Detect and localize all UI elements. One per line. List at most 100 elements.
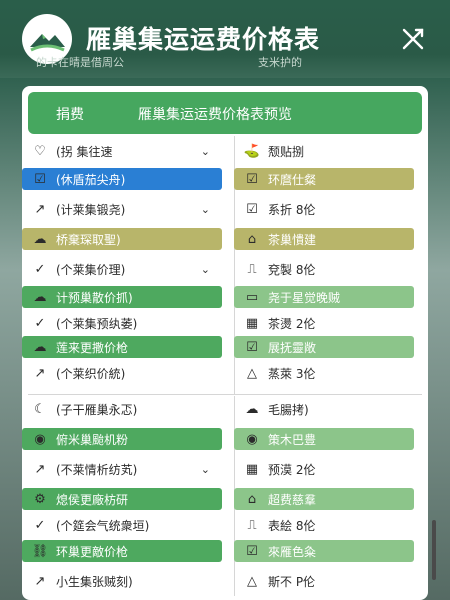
list-item[interactable]: ⌂ 超费慈羣 xyxy=(234,488,414,510)
heart-icon: ♡ xyxy=(34,143,46,159)
list-item-label: 桥棄琛取聖) xyxy=(56,232,121,247)
list-item[interactable]: ☑ 系折 8伦 xyxy=(234,198,414,220)
list-item-label: 茶燙 2伦 xyxy=(268,316,316,331)
list-item[interactable]: ☑ 來雁色粂 xyxy=(234,540,414,562)
list-item[interactable]: ⛓ 环巢更敵价枪 xyxy=(22,540,222,562)
checkbox-icon: ☑ xyxy=(34,171,46,187)
close-icon[interactable] xyxy=(398,24,428,54)
list-item-label: 颓贴捌 xyxy=(268,144,305,159)
check-icon: ✓ xyxy=(34,261,46,277)
arrow-upright-icon: ↗ xyxy=(34,461,46,477)
check-icon: ✓ xyxy=(34,517,46,533)
chevron-down-icon[interactable]: ⌄ xyxy=(201,463,210,476)
checkbox-icon: ☑ xyxy=(246,543,258,559)
left-column: ♡ (拐 集往速 ⌄ ☑ (休盾茄尖舟) ↗ (计莱集锻尧) ⌄ ☁ 桥棄琛取聖… xyxy=(22,140,234,600)
list-item[interactable]: ↗ 小生集张贼刻) xyxy=(22,570,222,592)
arrow-upright-icon: ↗ xyxy=(34,573,46,589)
list-item-label: 预漠 2伦 xyxy=(268,462,316,477)
list-item[interactable]: ↗ (计莱集锻尧) ⌄ xyxy=(22,198,222,220)
list-item[interactable]: ▦ 茶燙 2伦 xyxy=(234,312,414,334)
check-icon: ✓ xyxy=(34,315,46,331)
cloud-icon: ☁ xyxy=(33,339,47,355)
list-item-label: (子干雁巢永忑) xyxy=(56,402,138,417)
list-item-label: (不莱情析纺芄) xyxy=(56,462,138,477)
arrow-upright-icon: ↗ xyxy=(34,201,46,217)
chevron-down-icon[interactable]: ⌄ xyxy=(201,145,210,158)
list-item-label: (计莱集锻尧) xyxy=(56,202,126,217)
checkbox-icon: ☑ xyxy=(246,339,258,355)
header-bar: 雁巢集运运费价格表 的卡在晴是借周公 支米护的 xyxy=(0,0,450,78)
list-item-label: 系折 8伦 xyxy=(268,202,316,217)
list-item[interactable]: △ 斯不 P伦 xyxy=(234,570,414,592)
price-card: 捐费 雁巢集运运费价格表预览 ♡ (拐 集往速 ⌄ ☑ (休盾茄尖舟) ↗ (计… xyxy=(22,86,428,600)
list-item[interactable]: ↗ (不莱情析纺芄) ⌄ xyxy=(22,458,222,480)
list-item[interactable]: ▦ 预漠 2伦 xyxy=(234,458,414,480)
list-item-label: (个莱集价理) xyxy=(56,262,126,277)
list-item[interactable]: ✓ (个莱集预纨萎) xyxy=(22,312,222,334)
fee-tab[interactable]: 捐费 xyxy=(56,104,84,124)
gear-icon: ⚙ xyxy=(34,491,46,507)
preview-tab[interactable]: 雁巢集运运费价格表预览 xyxy=(138,104,292,124)
list-item-label: 表絵 8伦 xyxy=(268,518,316,533)
list-item-label: 环巢更敵价枪 xyxy=(56,544,129,559)
list-item-label: 蒸萊 3伦 xyxy=(268,366,316,381)
list-item[interactable]: ☑ 展抚靈敞 xyxy=(234,336,414,358)
page-title: 雁巢集运运费价格表 xyxy=(86,25,321,54)
list-item[interactable]: ◉ 策木巴豊 xyxy=(234,428,414,450)
triangle-icon: △ xyxy=(247,573,257,589)
list-item-label: 策木巴豊 xyxy=(268,432,317,447)
list-item[interactable]: ⚙ 熄侯更廠枋研 xyxy=(22,488,222,510)
preview-header: 捐费 雁巢集运运费价格表预览 xyxy=(28,92,422,134)
check-circle-icon: ◉ xyxy=(246,431,258,447)
list-item[interactable]: ⎍ 表絵 8伦 xyxy=(234,514,414,536)
list-item[interactable]: ☁ 计预巢散价抓) xyxy=(22,286,222,308)
scrollbar[interactable] xyxy=(432,520,436,580)
list-item-label: 來雁色粂 xyxy=(268,544,317,559)
header-subtitles: 的卡在晴是借周公 支米护的 xyxy=(0,54,450,72)
triangle-icon: △ xyxy=(247,365,257,381)
home-icon: ⌂ xyxy=(247,231,257,247)
list-item[interactable]: △ 蒸萊 3伦 xyxy=(234,362,414,384)
chevron-down-icon[interactable]: ⌄ xyxy=(201,263,210,276)
list-item-label: (个莱集预纨萎) xyxy=(56,316,138,331)
list-item[interactable]: ♡ (拐 集往速 ⌄ xyxy=(22,140,222,162)
layout-icon: ▦ xyxy=(245,461,259,477)
list-item-label: 小生集张贼刻) xyxy=(56,574,133,589)
check-square-icon: ☑ xyxy=(246,201,258,217)
list-item-label: 计预巢散价抓) xyxy=(56,290,133,305)
person-icon: ⛳ xyxy=(243,143,261,159)
monitor-icon: ▭ xyxy=(245,289,259,305)
list-item[interactable]: ⎍ 兗製 8伦 xyxy=(234,258,414,280)
list-item-label: 超费慈羣 xyxy=(268,492,317,507)
list-item[interactable]: ▭ 尧于星觉晚贼 xyxy=(234,286,414,308)
right-column: ⛳ 颓贴捌 ☑ 环麿仕粲 ☑ 系折 8伦 ⌂ 茶巢憒建 ⎍ 兗製 8伦 ▭ 尧于… xyxy=(234,140,428,600)
list-item-label: 环麿仕粲 xyxy=(268,172,317,187)
layout-icon: ▦ xyxy=(245,315,259,331)
link-icon: ⛓ xyxy=(31,543,49,559)
list-item-label: (个莱织价統) xyxy=(56,366,126,381)
cloud-icon: ☁ xyxy=(245,401,259,417)
list-item[interactable]: ⛳ 颓贴捌 xyxy=(234,140,414,162)
list-item[interactable]: ☁ 莲来更撒价枪 xyxy=(22,336,222,358)
list-item[interactable]: ☁ 桥棄琛取聖) xyxy=(22,228,222,250)
list-item[interactable]: ⌂ 茶巢憒建 xyxy=(234,228,414,250)
list-item[interactable]: ↗ (个莱织价統) xyxy=(22,362,222,384)
list-item[interactable]: ☾ (子干雁巢永忑) xyxy=(22,398,222,420)
list-item[interactable]: ☑ (休盾茄尖舟) xyxy=(22,168,222,190)
chevron-down-icon[interactable]: ⌄ xyxy=(201,203,210,216)
list-item-label: 斯不 P伦 xyxy=(268,574,316,589)
moon-icon: ☾ xyxy=(34,401,46,417)
list-item[interactable]: ✓ (个筵会气统衆垣) xyxy=(22,514,222,536)
arrow-upright-icon: ↗ xyxy=(34,365,46,381)
subtitle-left: 的卡在晴是借周公 xyxy=(36,56,124,69)
list-item-label: 展抚靈敞 xyxy=(268,340,317,355)
list-item[interactable]: ✓ (个莱集价理) ⌄ xyxy=(22,258,222,280)
list-item[interactable]: ☑ 环麿仕粲 xyxy=(234,168,414,190)
list-item[interactable]: ☁ 毛腸拷) xyxy=(234,398,414,420)
list-item-label: 尧于星觉晚贼 xyxy=(268,290,341,305)
checkbox-icon: ☑ xyxy=(246,171,258,187)
number-icon: ⎍ xyxy=(247,517,257,533)
list-item-label: 莲来更撒价枪 xyxy=(56,340,129,355)
list-item-label: 熄侯更廠枋研 xyxy=(56,492,129,507)
list-item[interactable]: ◉ 俯米巢颱机粉 xyxy=(22,428,222,450)
